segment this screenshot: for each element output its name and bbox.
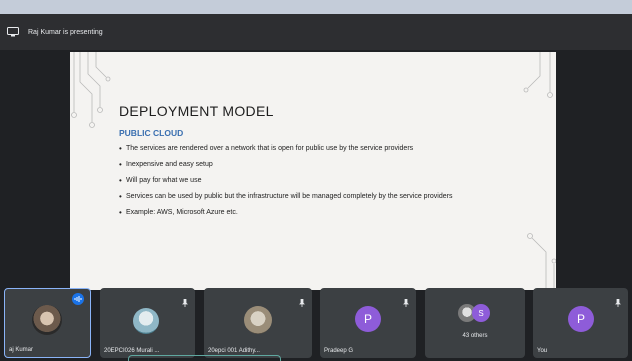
participant-strip: aj Kumar 20EPCI026 Murali ... 20epci 001… xyxy=(0,285,632,361)
participant-name: Pradeep G xyxy=(324,348,354,354)
slide-bullet: Services can be used by public but the i… xyxy=(119,191,509,202)
participant-tile[interactable]: aj Kumar xyxy=(4,288,91,358)
slide-title: DEPLOYMENT MODEL xyxy=(119,103,274,119)
participant-name: 20EPCI026 Murali ... xyxy=(104,348,160,354)
presenter-bar: Raj Kumar is presenting xyxy=(0,14,632,50)
others-count: 43 others xyxy=(462,333,488,339)
participant-name: aj Kumar xyxy=(9,347,34,353)
slide-bullet: Example: AWS, Microsoft Azure etc. xyxy=(119,207,509,218)
initial-avatar: S xyxy=(472,304,490,322)
slide-bullet-list: The services are rendered over a network… xyxy=(119,143,509,223)
pin-icon[interactable] xyxy=(298,294,306,307)
slide-subtitle: PUBLIC CLOUD xyxy=(119,128,184,138)
slide-bullet: Will pay for what we use xyxy=(119,175,509,186)
present-screen-icon xyxy=(6,26,20,38)
participant-tile[interactable]: P Pradeep G xyxy=(320,288,416,358)
control-bar-edge[interactable] xyxy=(128,355,281,361)
participant-name: You xyxy=(537,348,548,354)
avatar-initial: S xyxy=(478,308,484,318)
self-tile[interactable]: P You xyxy=(533,288,628,358)
photo-avatar xyxy=(32,305,62,335)
avatar-initial: P xyxy=(363,312,372,326)
slide-bullet: Inexpensive and easy setup xyxy=(119,159,509,170)
slide-bullet: The services are rendered over a network… xyxy=(119,143,509,154)
pin-icon[interactable] xyxy=(181,294,189,307)
others-tile[interactable]: S 43 others xyxy=(425,288,525,358)
speaking-icon xyxy=(72,293,84,305)
initial-avatar: P xyxy=(355,306,381,332)
avatar-initial: P xyxy=(576,312,585,326)
photo-avatar xyxy=(244,306,272,334)
shared-slide: DEPLOYMENT MODEL PUBLIC CLOUD The servic… xyxy=(70,52,556,290)
initial-avatar: P xyxy=(568,306,594,332)
presenter-label: Raj Kumar is presenting xyxy=(28,28,103,36)
participant-tile[interactable]: 20epci 001 Adithy... xyxy=(204,288,312,358)
pin-icon[interactable] xyxy=(402,294,410,307)
pin-icon[interactable] xyxy=(614,294,622,307)
participant-name: 20epci 001 Adithy... xyxy=(208,348,260,354)
participant-tile[interactable]: 20EPCI026 Murali ... xyxy=(100,288,195,358)
photo-avatar xyxy=(133,308,159,334)
meeting-window: Raj Kumar is presenting DEPLOYMENT MODEL… xyxy=(0,14,632,361)
